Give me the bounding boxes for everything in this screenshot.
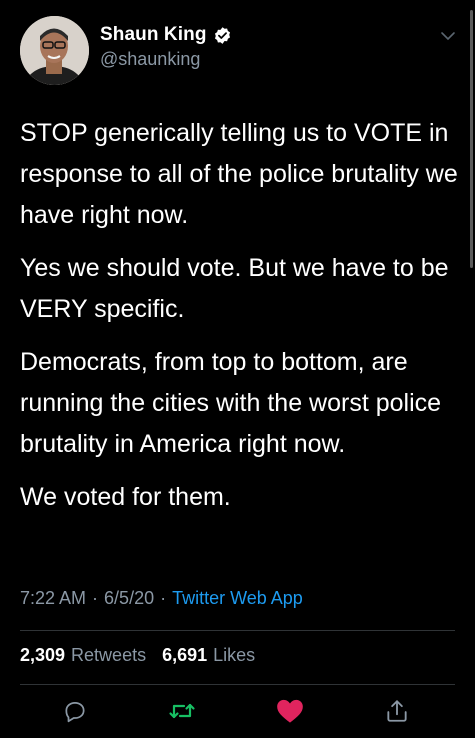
tweet-stats: 2,309 Retweets 6,691 Likes: [20, 645, 265, 666]
tweet-date: 6/5/20: [104, 588, 155, 608]
verified-badge-icon: [213, 26, 232, 45]
avatar[interactable]: [20, 16, 89, 85]
tweet-paragraph: STOP generically telling us to VOTE in r…: [20, 119, 458, 229]
display-name-row: Shaun King: [100, 24, 232, 46]
author-names: Shaun King @shaunking: [100, 24, 232, 70]
tweet-body: STOP generically telling us to VOTE in r…: [20, 113, 460, 530]
retweet-icon: [168, 698, 196, 729]
scrollbar[interactable]: [470, 10, 473, 268]
retweet-button[interactable]: [167, 698, 197, 728]
tweet-paragraph: Democrats, from top to bottom, are runni…: [20, 348, 442, 458]
tweet-paragraph: We voted for them.: [20, 483, 231, 511]
reply-button[interactable]: [60, 698, 90, 728]
likes-label[interactable]: Likes: [213, 645, 255, 666]
display-name[interactable]: Shaun King: [100, 24, 207, 46]
meta-separator: ·: [160, 588, 167, 608]
tweet-source-link[interactable]: Twitter Web App: [172, 588, 303, 609]
share-icon: [384, 698, 410, 729]
retweets-label[interactable]: Retweets: [71, 645, 146, 666]
tweet-time: 7:22 AM: [20, 588, 87, 608]
reply-icon: [62, 698, 88, 729]
divider: [20, 684, 455, 685]
chevron-down-icon[interactable]: [440, 28, 456, 44]
like-button[interactable]: [275, 698, 305, 728]
meta-separator: ·: [92, 588, 99, 608]
tweet-paragraph: Yes we should vote. But we have to be VE…: [20, 254, 449, 323]
divider: [20, 630, 455, 631]
tweet-header: Shaun King @shaunking: [20, 16, 460, 86]
tweet-actions: [0, 698, 475, 728]
share-button[interactable]: [382, 698, 412, 728]
tweet-meta: 7:22 AM · 6/5/20 · Twitter Web App: [20, 588, 303, 609]
likes-count[interactable]: 6,691: [162, 645, 207, 666]
heart-icon: [276, 698, 304, 729]
author-handle[interactable]: @shaunking: [100, 49, 232, 70]
retweets-count[interactable]: 2,309: [20, 645, 65, 666]
